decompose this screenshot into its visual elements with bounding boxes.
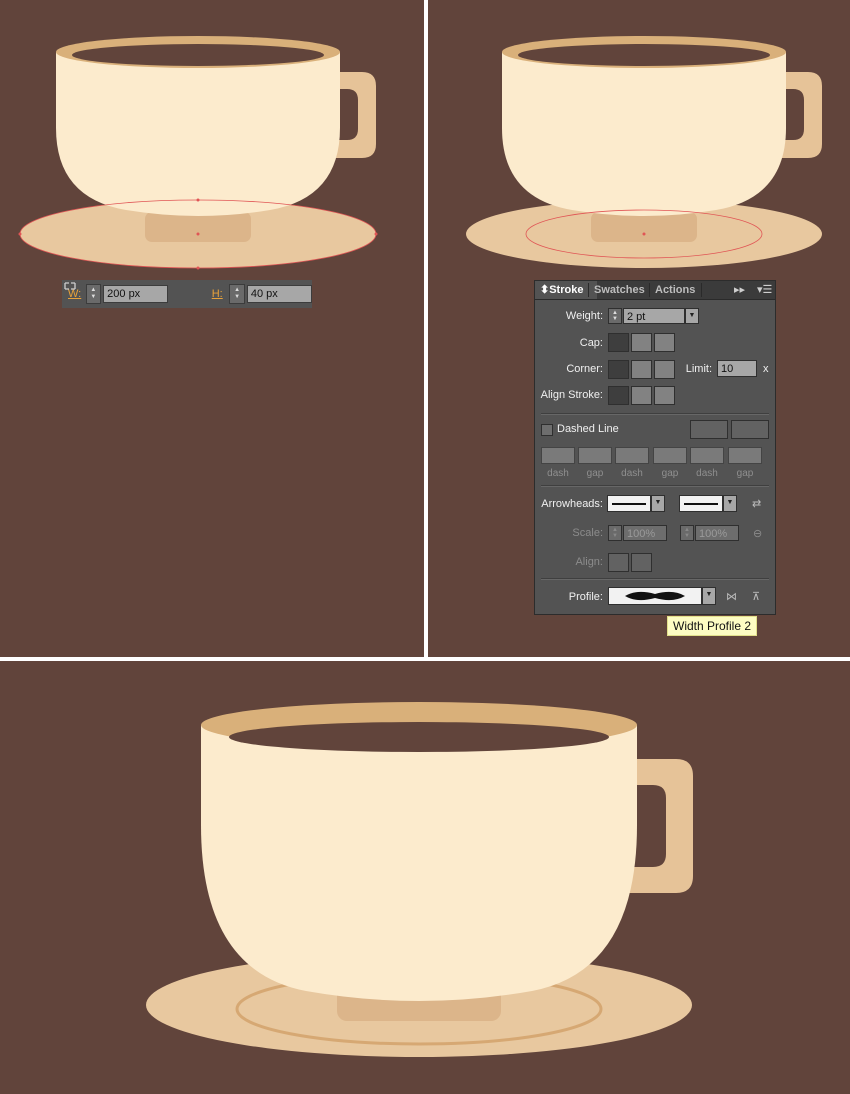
tab-actions[interactable]: Actions: [650, 281, 700, 299]
align-inside-button[interactable]: [631, 386, 652, 405]
link-scale-icon[interactable]: ⊖: [753, 527, 762, 540]
cup-opening: [518, 44, 770, 66]
gap-label-1: gap: [586, 468, 604, 479]
limit-input[interactable]: 10: [717, 360, 757, 377]
selection-anchor-bottom[interactable]: [196, 266, 200, 270]
dash-label-3: dash: [696, 468, 718, 479]
panel-menu-icon[interactable]: ▾☰: [757, 283, 772, 296]
weight-label: Weight:: [565, 310, 603, 322]
flip-across-icon[interactable]: ⊼: [752, 590, 760, 603]
align-stroke-label: Align Stroke:: [540, 389, 603, 401]
profile-dropdown[interactable]: ▼: [702, 587, 716, 605]
flip-along-icon[interactable]: ⋈: [726, 590, 737, 603]
height-label: H:: [211, 288, 223, 300]
scale-end-input[interactable]: 100%: [695, 525, 739, 541]
cup-opening: [229, 722, 609, 752]
selection-anchor-left[interactable]: [18, 232, 22, 236]
tab-swatches[interactable]: Swatches: [589, 281, 650, 299]
dash-label-1: dash: [547, 468, 569, 479]
dash-input-1[interactable]: [541, 447, 575, 464]
panel-tabs: ⬍Stroke Swatches Actions ▸▸ ▾☰: [535, 281, 775, 300]
selection-center[interactable]: [642, 232, 646, 236]
dash-label-2: dash: [621, 468, 643, 479]
gap-input-2[interactable]: [653, 447, 687, 464]
selection-center[interactable]: [196, 232, 200, 236]
start-arrowhead-select[interactable]: [607, 495, 651, 512]
profile-label: Profile:: [568, 591, 603, 603]
scale-label: Scale:: [572, 527, 603, 539]
cup-foot: [145, 212, 251, 242]
align-dashes-button[interactable]: [731, 420, 769, 439]
miter-join-button[interactable]: [608, 360, 629, 379]
width-stepper[interactable]: ▲ ▼: [85, 284, 102, 304]
gap-input-3[interactable]: [728, 447, 762, 464]
limit-label: Limit:: [685, 363, 712, 375]
height-stepper[interactable]: ▲ ▼: [229, 284, 245, 304]
dash-input-3[interactable]: [690, 447, 724, 464]
canvas-final: [0, 661, 850, 1094]
cup-foot: [591, 212, 697, 242]
swap-arrowheads-icon[interactable]: ⇄: [752, 497, 761, 510]
cup-illustration-1: [18, 36, 378, 270]
dashed-line-checkbox[interactable]: [541, 424, 553, 436]
cap-label: Cap:: [579, 337, 603, 349]
butt-cap-button[interactable]: [608, 333, 629, 352]
arrow-align-tip-button[interactable]: [608, 553, 629, 572]
stroke-panel: ⬍Stroke Swatches Actions ▸▸ ▾☰ Weight: ▲…: [534, 280, 776, 615]
weight-dropdown[interactable]: ▼: [685, 308, 699, 324]
limit-unit: x: [763, 363, 769, 375]
preserve-dashes-button[interactable]: [690, 420, 728, 439]
dash-input-2[interactable]: [615, 447, 649, 464]
weight-input[interactable]: 2 pt: [623, 308, 685, 324]
scale-start-input[interactable]: 100%: [623, 525, 667, 541]
width-profile-icon: [625, 591, 685, 601]
start-arrowhead-dropdown[interactable]: ▼: [651, 495, 665, 512]
scale-start-stepper[interactable]: ▲ ▼: [608, 525, 622, 541]
corner-label: Corner:: [566, 363, 603, 375]
height-input[interactable]: 40 px: [246, 285, 313, 303]
round-join-button[interactable]: [631, 360, 652, 379]
cup-illustration-final: [146, 702, 693, 1057]
bevel-join-button[interactable]: [654, 360, 675, 379]
cup-body: [201, 725, 637, 1001]
gap-label-3: gap: [736, 468, 754, 479]
link-icon[interactable]: [64, 282, 195, 302]
align-label: Align:: [575, 556, 603, 568]
width-input[interactable]: 200 px: [103, 285, 169, 303]
cup-body: [56, 52, 340, 216]
gap-label-2: gap: [661, 468, 679, 479]
cup-body: [502, 52, 786, 216]
scale-end-stepper[interactable]: ▲ ▼: [680, 525, 694, 541]
end-arrowhead-select[interactable]: [679, 495, 723, 512]
collapse-icon[interactable]: ▸▸: [734, 283, 745, 296]
canvas-step-1: W: ▲ ▼ 200 px H: ▲ ▼ 40 px: [0, 0, 424, 657]
gap-input-1[interactable]: [578, 447, 612, 464]
projecting-cap-button[interactable]: [654, 333, 675, 352]
tooltip: Width Profile 2: [667, 616, 758, 636]
arrow-align-path-button[interactable]: [631, 553, 652, 572]
cup-opening: [72, 44, 324, 66]
dashed-line-label: Dashed Line: [557, 423, 619, 435]
round-cap-button[interactable]: [631, 333, 652, 352]
selection-anchor-top[interactable]: [196, 198, 200, 202]
align-center-button[interactable]: [608, 386, 629, 405]
arrowheads-label: Arrowheads:: [541, 498, 603, 510]
selection-anchor-right[interactable]: [374, 232, 378, 236]
align-outside-button[interactable]: [654, 386, 675, 405]
weight-stepper[interactable]: ▲ ▼: [608, 308, 622, 324]
end-arrowhead-dropdown[interactable]: ▼: [723, 495, 737, 512]
transform-bar: W: ▲ ▼ 200 px H: ▲ ▼ 40 px: [62, 280, 313, 308]
profile-select[interactable]: [608, 587, 702, 605]
